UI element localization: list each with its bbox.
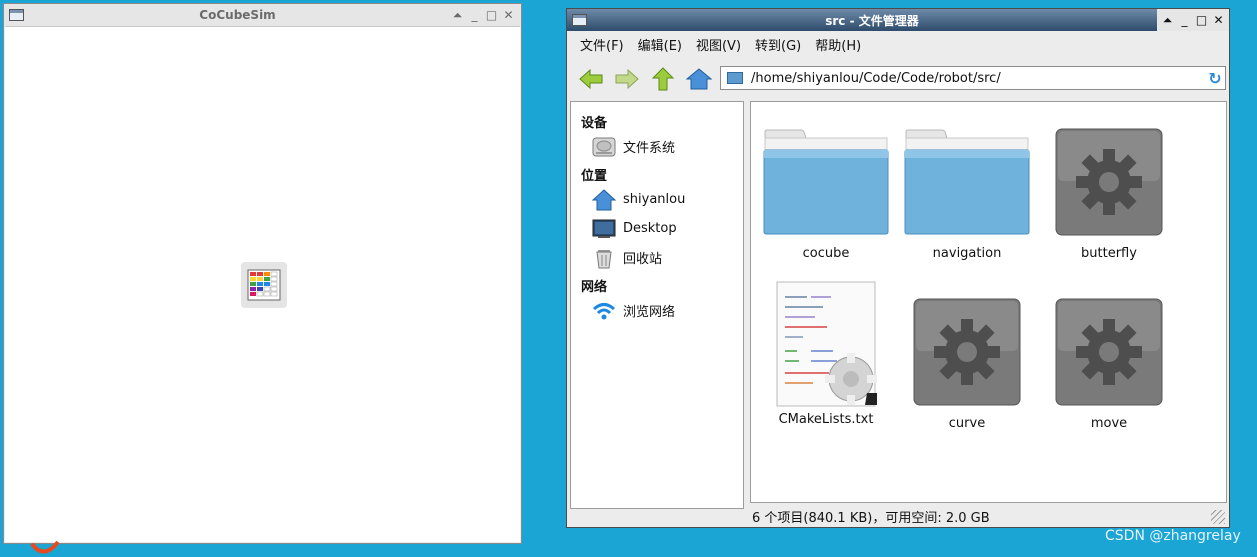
- address-bar: ↻: [720, 66, 1226, 90]
- sidebar-item-trash[interactable]: 回收站: [571, 243, 743, 272]
- file-manager-title: src - 文件管理器: [825, 13, 919, 28]
- executable-gear-icon: [1045, 296, 1173, 408]
- path-input[interactable]: [749, 69, 1205, 87]
- file-item-curve[interactable]: curve: [897, 296, 1037, 431]
- shade-button[interactable]: ⏶: [451, 8, 464, 23]
- file-item-butterfly[interactable]: butterfly: [1039, 126, 1179, 261]
- sidebar-item-label: 文件系统: [623, 141, 676, 156]
- section-network: 网络: [581, 280, 608, 295]
- close-button[interactable]: ✕: [502, 8, 515, 23]
- folder-icon: [727, 72, 743, 84]
- maximize-button[interactable]: □: [1195, 13, 1208, 27]
- file-item-cmakelists[interactable]: CMakeLists.txt: [756, 281, 896, 427]
- folder-icon: [903, 126, 1031, 238]
- cocubesim-titlebar[interactable]: CoCubeSim ⏶ _ □ ✕: [4, 4, 521, 26]
- sidebar-item-browse-network[interactable]: 浏览网络: [571, 296, 743, 325]
- window-menu-icon[interactable]: [572, 14, 587, 26]
- file-name: move: [1090, 416, 1128, 431]
- sidebar-item-desktop[interactable]: Desktop: [571, 214, 743, 243]
- shade-button[interactable]: ⏶: [1161, 13, 1174, 28]
- file-name: CMakeLists.txt: [778, 412, 874, 427]
- arrow-left-icon: [579, 68, 603, 90]
- desktop-app-icon[interactable]: [30, 540, 60, 557]
- menu-edit[interactable]: 编辑(E): [638, 35, 682, 54]
- desktop-icon: [591, 218, 617, 240]
- home-icon: [686, 68, 712, 90]
- home-button[interactable]: [681, 64, 717, 94]
- file-name: navigation: [932, 246, 1002, 261]
- close-button[interactable]: ✕: [1212, 13, 1225, 27]
- sidebar-item-filesystem[interactable]: 文件系统: [571, 132, 743, 161]
- home-icon: [591, 188, 617, 211]
- cocubesim-window: CoCubeSim ⏶ _ □ ✕: [3, 3, 522, 544]
- file-view[interactable]: cocube navigation butterfly CMakeLists.t…: [750, 101, 1227, 503]
- menu-bar: 文件(F) 编辑(E) 视图(V) 转到(G) 帮助(H): [567, 32, 1229, 56]
- arrow-up-icon: [651, 67, 675, 91]
- hard-drive-icon: [591, 136, 617, 158]
- wifi-icon: [591, 300, 617, 322]
- status-text: 6 个项目(840.1 KB)，可用空间: 2.0 GB: [752, 510, 990, 526]
- menu-go[interactable]: 转到(G): [755, 35, 801, 54]
- up-button[interactable]: [645, 64, 681, 94]
- reload-icon[interactable]: ↻: [1205, 69, 1225, 88]
- window-menu-icon[interactable]: [9, 9, 24, 21]
- minimize-button[interactable]: _: [1178, 13, 1191, 27]
- sidebar-item-home[interactable]: shiyanlou: [571, 185, 743, 214]
- file-manager-window: src - 文件管理器 ⏶ _ □ ✕ 文件(F) 编辑(E) 视图(V) 转到…: [566, 8, 1230, 528]
- watermark: CSDN @zhangrelay: [1105, 528, 1241, 544]
- places-sidebar: 设备 文件系统 位置 shiyanlou Desktop 回收站 网络 浏览网络: [570, 101, 744, 509]
- file-manager-titlebar[interactable]: src - 文件管理器 ⏶ _ □ ✕: [567, 9, 1229, 31]
- file-name: butterfly: [1081, 246, 1137, 261]
- sidebar-item-label: 浏览网络: [623, 305, 676, 320]
- app-launcher-icon[interactable]: [241, 262, 287, 308]
- sidebar-item-label: Desktop: [623, 221, 677, 236]
- menu-help[interactable]: 帮助(H): [815, 35, 861, 54]
- folder-icon: [762, 126, 890, 238]
- sidebar-item-label: 回收站: [623, 252, 663, 267]
- menu-file[interactable]: 文件(F): [580, 35, 624, 54]
- minimize-button[interactable]: _: [468, 8, 481, 23]
- status-bar: 6 个项目(840.1 KB)，可用空间: 2.0 GB: [750, 506, 1226, 526]
- sidebar-item-label: shiyanlou: [623, 192, 686, 207]
- file-name: cocube: [802, 246, 850, 261]
- cocubesim-canvas[interactable]: [5, 26, 520, 542]
- text-file-gear-icon: [762, 281, 890, 408]
- back-button[interactable]: [573, 64, 609, 94]
- file-item-move[interactable]: move: [1039, 296, 1179, 431]
- file-item-navigation[interactable]: navigation: [897, 126, 1037, 261]
- file-item-cocube[interactable]: cocube: [756, 126, 896, 261]
- resize-grip[interactable]: [1211, 510, 1225, 524]
- toolbar: ↻: [567, 62, 1229, 96]
- arrow-right-icon: [615, 68, 639, 90]
- section-devices: 设备: [581, 116, 608, 131]
- section-places: 位置: [581, 169, 608, 184]
- cocubesim-title: CoCubeSim: [199, 8, 276, 22]
- executable-gear-icon: [1045, 126, 1173, 238]
- menu-view[interactable]: 视图(V): [696, 35, 741, 54]
- executable-gear-icon: [903, 296, 1031, 408]
- file-name: curve: [948, 416, 986, 431]
- maximize-button[interactable]: □: [485, 8, 498, 23]
- forward-button[interactable]: [609, 64, 645, 94]
- trash-icon: [591, 247, 617, 269]
